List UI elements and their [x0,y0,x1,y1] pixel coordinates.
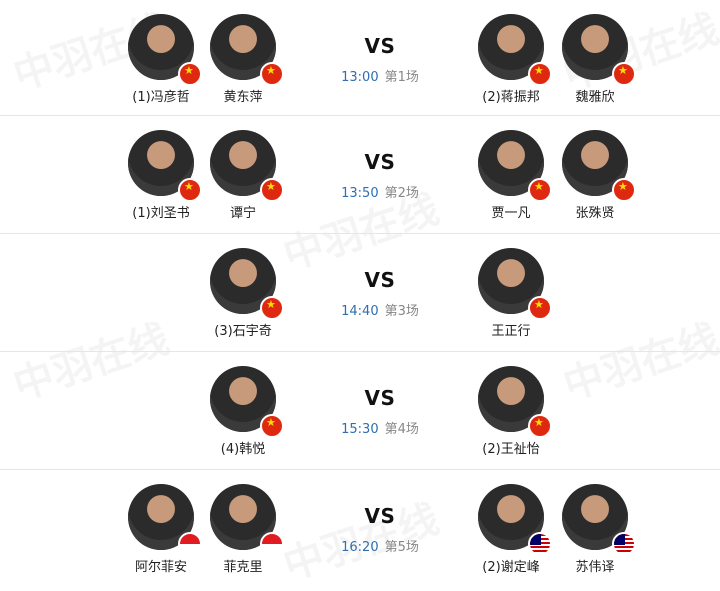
match-time: 13:00 [341,70,379,85]
player-avatar [210,366,284,438]
china-flag-icon [260,62,284,86]
player-name: 谭宁 [229,206,256,221]
player-card[interactable]: (2)王祉怡 [466,366,556,457]
player-avatar [210,14,284,86]
player-name: 魏雅欣 [575,90,615,105]
indonesia-flag-icon [260,532,284,556]
china-flag-icon [612,178,636,202]
player-name: 王正行 [491,324,531,339]
china-flag-icon [260,296,284,320]
player-name: (1)刘圣书 [132,206,190,221]
match-center: VS 16:20 第5场 [320,504,440,555]
match-row[interactable]: (1)刘圣书 谭宁 VS 13:50 第2场 贾一凡 张殊贤 [0,116,720,234]
player-name: 黄东萍 [223,90,263,105]
player-card[interactable]: 贾一凡 [466,130,556,221]
player-avatar [478,130,552,202]
match-info: 13:50 第2场 [320,182,440,201]
china-flag-icon [528,414,552,438]
player-avatar [210,130,284,202]
player-name: (2)王祉怡 [482,442,540,457]
vs-label: VS [364,268,396,292]
match-order: 第3场 [384,304,419,319]
match-time: 14:40 [341,304,379,319]
match-order: 第4场 [384,422,419,437]
match-row[interactable]: (4)韩悦 VS 15:30 第4场 (2)王祉怡 [0,352,720,470]
player-avatar [478,248,552,320]
china-flag-icon [612,62,636,86]
match-info: 13:00 第1场 [320,66,440,85]
player-card[interactable]: (2)蒋振邦 [466,14,556,105]
match-time: 15:30 [341,422,379,437]
player-card[interactable]: 张殊贤 [550,130,640,221]
match-info: 14:40 第3场 [320,300,440,319]
match-center: VS 15:30 第4场 [320,386,440,437]
player-avatar [478,14,552,86]
china-flag-icon [528,178,552,202]
malaysia-flag-icon [612,532,636,556]
player-card[interactable]: 谭宁 [198,130,288,221]
player-name: 菲克里 [223,560,263,575]
china-flag-icon [528,296,552,320]
player-name: (1)冯彦哲 [132,90,190,105]
player-avatar [210,484,284,556]
vs-label: VS [364,504,396,528]
match-info: 15:30 第4场 [320,418,440,437]
player-card[interactable]: 魏雅欣 [550,14,640,105]
player-card[interactable]: 菲克里 [198,484,288,575]
player-card[interactable]: (3)石宇奇 [198,248,288,339]
player-name: 张殊贤 [575,206,615,221]
player-card[interactable]: 苏伟译 [550,484,640,575]
match-info: 16:20 第5场 [320,536,440,555]
vs-label: VS [364,34,396,58]
player-card[interactable]: 黄东萍 [198,14,288,105]
player-name: (3)石宇奇 [214,324,272,339]
player-card[interactable]: (2)谢定峰 [466,484,556,575]
player-card[interactable]: (4)韩悦 [198,366,288,457]
match-row[interactable]: (1)冯彦哲 黄东萍 VS 13:00 第1场 (2)蒋振邦 魏雅欣 [0,0,720,116]
china-flag-icon [528,62,552,86]
player-avatar [210,248,284,320]
match-center: VS 13:00 第1场 [320,34,440,85]
player-avatar [478,484,552,556]
match-row[interactable]: (3)石宇奇 VS 14:40 第3场 王正行 [0,234,720,352]
match-center: VS 14:40 第3场 [320,268,440,319]
player-name: 贾一凡 [491,206,531,221]
match-order: 第1场 [384,70,419,85]
player-name: (2)蒋振邦 [482,90,540,105]
match-time: 16:20 [341,540,379,555]
player-avatar [128,130,202,202]
player-card[interactable]: (1)刘圣书 [116,130,206,221]
match-center: VS 13:50 第2场 [320,150,440,201]
china-flag-icon [260,178,284,202]
player-name: (2)谢定峰 [482,560,540,575]
player-avatar [128,14,202,86]
player-avatar [128,484,202,556]
match-order: 第2场 [384,186,419,201]
malaysia-flag-icon [528,532,552,556]
player-avatar [562,14,636,86]
vs-label: VS [364,386,396,410]
match-order: 第5场 [384,540,419,555]
player-name: 阿尔菲安 [134,560,187,575]
china-flag-icon [260,414,284,438]
player-name: 苏伟译 [575,560,615,575]
player-card[interactable]: 阿尔菲安 [116,484,206,575]
match-row[interactable]: 阿尔菲安 菲克里 VS 16:20 第5场 (2)谢定峰 苏伟译 [0,470,720,582]
player-card[interactable]: (1)冯彦哲 [116,14,206,105]
vs-label: VS [364,150,396,174]
match-time: 13:50 [341,186,379,201]
player-card[interactable]: 王正行 [466,248,556,339]
player-avatar [562,130,636,202]
player-name: (4)韩悦 [220,442,266,457]
player-avatar [478,366,552,438]
player-avatar [562,484,636,556]
